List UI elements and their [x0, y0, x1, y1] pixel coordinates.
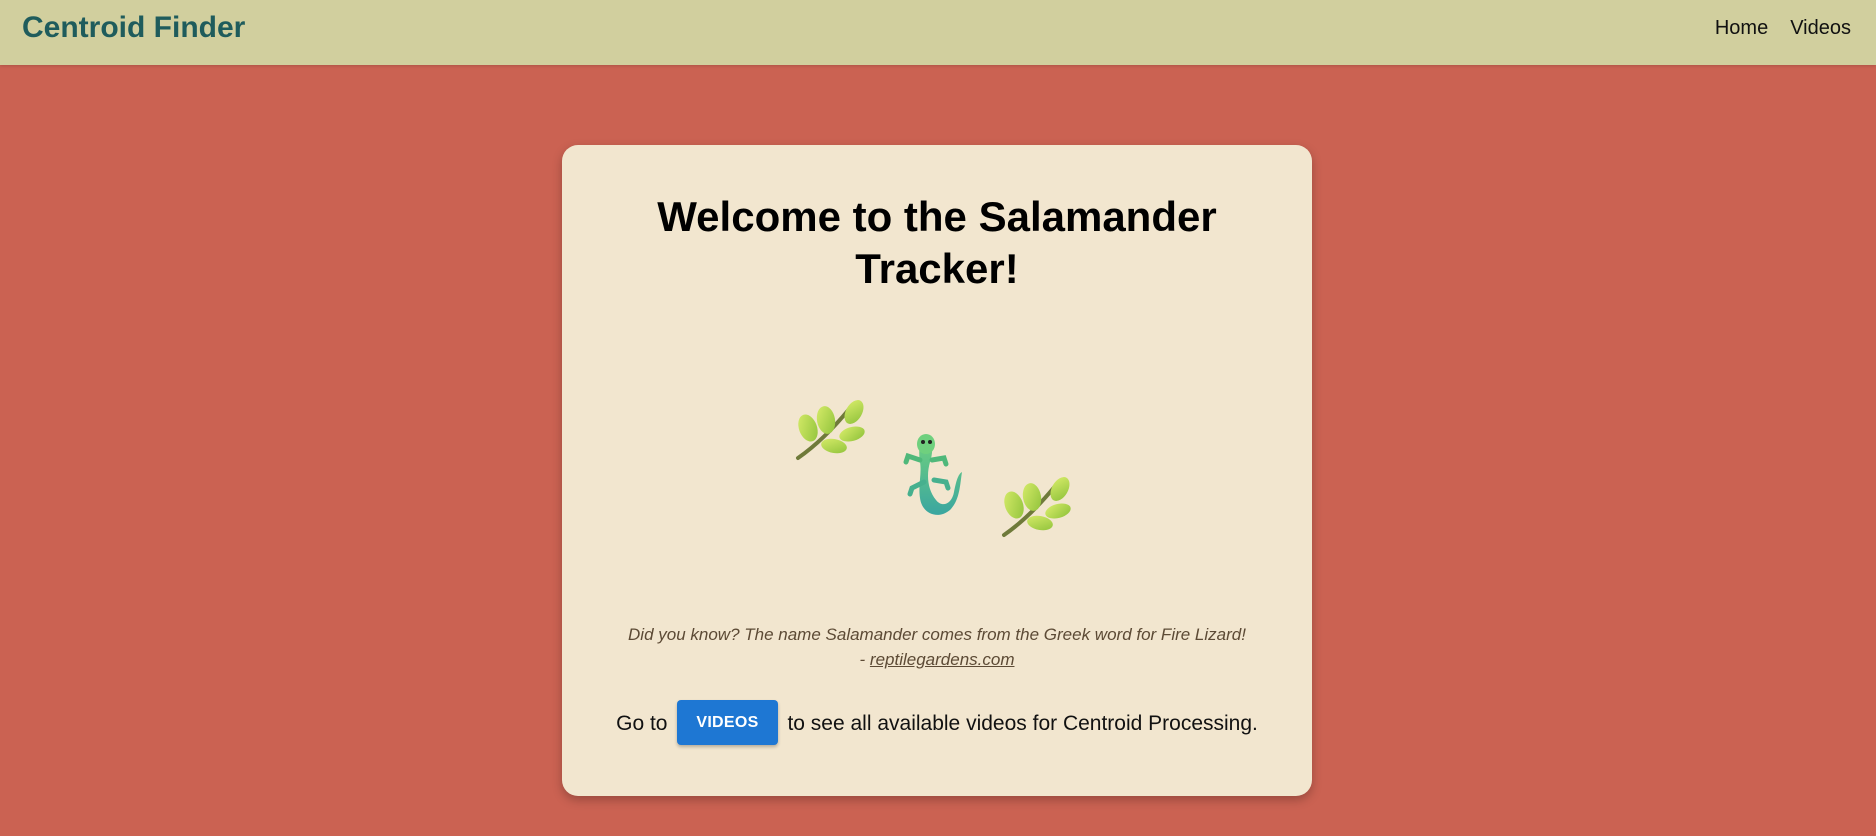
- page-title-line-1: Welcome to the Salamander: [657, 193, 1217, 240]
- salamander-icon: [903, 434, 962, 515]
- fun-fact-source-link[interactable]: reptilegardens.com: [870, 650, 1015, 669]
- nav-videos-link[interactable]: Videos: [1790, 15, 1851, 41]
- brand-logo-text[interactable]: Centroid Finder: [22, 10, 245, 46]
- leaf-branch-icon: [796, 400, 865, 460]
- videos-button[interactable]: VIDEOS: [677, 699, 778, 745]
- page-title-line-2: Tracker!: [855, 245, 1019, 292]
- top-nav-bar: Centroid Finder Home Videos: [0, 0, 1876, 65]
- cta-suffix-text: to see all available videos for Centroid…: [787, 712, 1258, 735]
- nav-home-link[interactable]: Home: [1715, 15, 1768, 41]
- nav-links: Home Videos: [1693, 15, 1851, 41]
- fun-fact-attribution: - reptilegardens.com: [562, 647, 1312, 672]
- page-title: Welcome to the Salamander Tracker!: [562, 191, 1312, 295]
- fun-fact: Did you know? The name Salamander comes …: [562, 622, 1312, 672]
- welcome-card: Welcome to the Salamander Tracker! Did y…: [562, 145, 1312, 796]
- cta-prefix-text: Go to: [616, 712, 668, 735]
- videos-call-to-action: Go to VIDEOS to see all available videos…: [562, 699, 1312, 747]
- fun-fact-text: Did you know? The name Salamander comes …: [628, 625, 1246, 644]
- fun-fact-dash: -: [859, 650, 866, 669]
- leaf-branch-icon: [1002, 477, 1071, 537]
